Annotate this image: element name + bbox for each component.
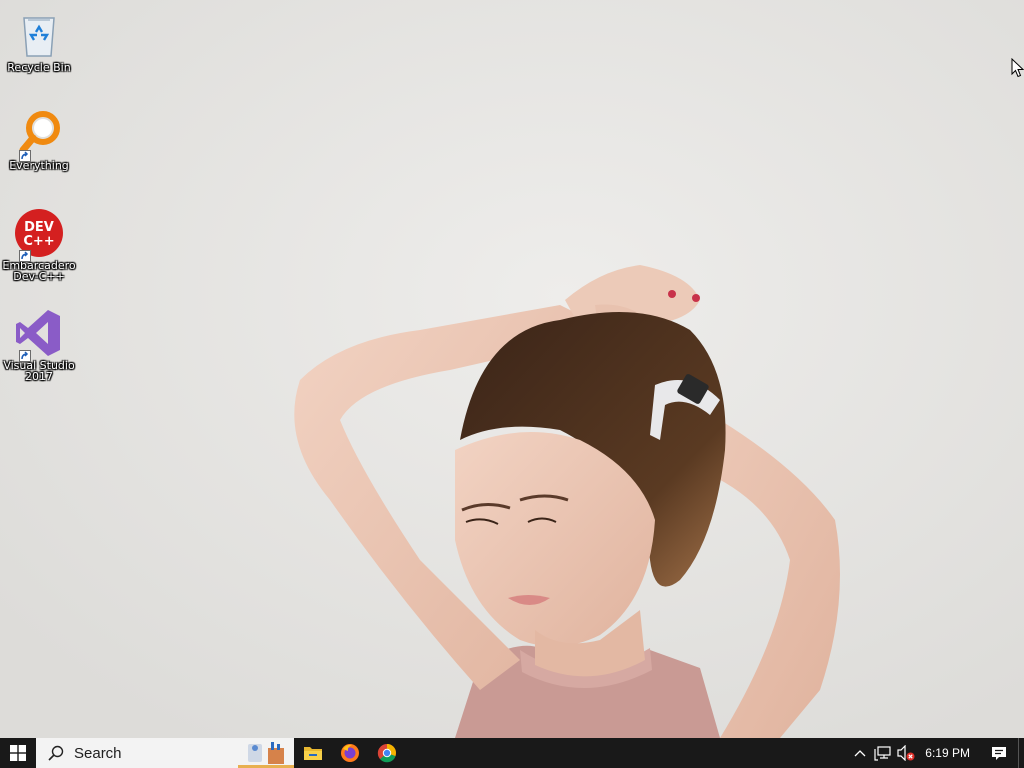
chrome-button[interactable] bbox=[368, 738, 405, 768]
windows-logo-icon bbox=[10, 745, 26, 761]
mouse-cursor-icon bbox=[1011, 57, 1024, 82]
firefox-icon bbox=[340, 744, 359, 762]
search-highlight-illustration bbox=[238, 738, 294, 768]
system-tray: 6:19 PM bbox=[849, 738, 1024, 768]
everything-search-icon bbox=[14, 108, 64, 162]
devcpp-icon: DEV C++ bbox=[14, 208, 64, 262]
desktop-icon-label: Visual Studio 2017 bbox=[3, 359, 75, 383]
search-icon bbox=[48, 745, 64, 761]
recycle-bin-icon bbox=[14, 10, 64, 60]
file-explorer-button[interactable] bbox=[294, 738, 331, 768]
clock[interactable]: 6:19 PM bbox=[917, 738, 980, 768]
start-button[interactable] bbox=[0, 738, 36, 768]
shortcut-arrow-icon bbox=[19, 150, 31, 162]
desktop-icon-label: Recycle Bin bbox=[7, 61, 71, 74]
desktop-icon-devcpp[interactable]: DEV C++ Embarcadero Dev-C++ bbox=[2, 208, 76, 282]
network-icon bbox=[874, 746, 891, 761]
shortcut-arrow-icon bbox=[19, 250, 31, 262]
action-center-icon bbox=[992, 746, 1006, 760]
volume-button[interactable] bbox=[895, 738, 917, 768]
svg-text:C++: C++ bbox=[23, 234, 54, 249]
network-button[interactable] bbox=[871, 738, 895, 768]
taskbar: Search 6:19 PM bbox=[0, 738, 1024, 768]
desktop-icon-recycle-bin[interactable]: Recycle Bin bbox=[2, 10, 76, 73]
show-hidden-icons-button[interactable] bbox=[849, 738, 871, 768]
firefox-button[interactable] bbox=[331, 738, 368, 768]
desktop-icon-visual-studio[interactable]: Visual Studio 2017 bbox=[2, 308, 76, 382]
volume-muted-icon bbox=[897, 745, 915, 761]
action-center-button[interactable] bbox=[980, 738, 1018, 768]
file-explorer-icon bbox=[303, 747, 322, 760]
chevron-up-icon bbox=[854, 750, 866, 757]
desktop-icon-label: Embarcadero Dev-C++ bbox=[2, 259, 76, 283]
visual-studio-icon bbox=[14, 308, 64, 362]
search-input[interactable]: Search bbox=[36, 738, 294, 768]
desktop-wallpaper bbox=[0, 0, 1024, 738]
search-placeholder: Search bbox=[74, 744, 122, 762]
desktop-icon-everything[interactable]: Everything bbox=[2, 108, 76, 171]
chrome-icon bbox=[377, 744, 396, 763]
desktop-icon-label: Everything bbox=[9, 159, 69, 172]
svg-text:DEV: DEV bbox=[24, 220, 54, 235]
shortcut-arrow-icon bbox=[19, 350, 31, 362]
show-desktop-button[interactable] bbox=[1018, 738, 1024, 768]
